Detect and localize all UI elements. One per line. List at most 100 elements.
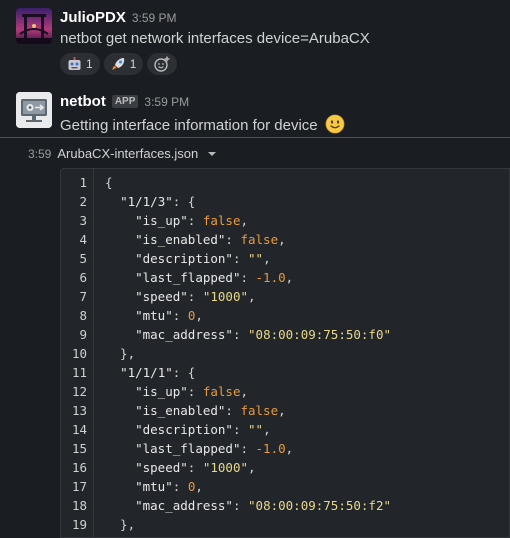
line-content: "is_enabled": false, bbox=[105, 230, 286, 249]
author-name[interactable]: netbot bbox=[60, 93, 106, 110]
code-token: false bbox=[202, 384, 241, 399]
code-line: 16 "speed": "1000", bbox=[61, 458, 509, 477]
code-token: : bbox=[187, 384, 203, 399]
code-token: : { bbox=[172, 365, 196, 380]
file-timestamp[interactable]: 3:59 bbox=[28, 147, 51, 161]
code-token: "is_up" bbox=[135, 213, 188, 228]
line-number: 1 bbox=[79, 175, 87, 190]
rocket-icon bbox=[111, 58, 124, 70]
code-token: "speed" bbox=[135, 289, 188, 304]
code-token: "description" bbox=[135, 422, 233, 437]
code-token: : bbox=[240, 441, 256, 456]
code-line: 9 "mac_address": "08:00:09:75:50:f0" bbox=[61, 325, 509, 344]
code-token: : bbox=[172, 308, 188, 323]
code-token: , bbox=[248, 289, 256, 304]
code-token: , bbox=[285, 270, 294, 285]
line-content: "last_flapped": -1.0, bbox=[105, 439, 293, 458]
code-token: "description" bbox=[135, 251, 233, 266]
code-token: "mac_address" bbox=[135, 327, 233, 342]
code-token: "08:00:09:75:50:f0" bbox=[248, 327, 392, 342]
line-number: 14 bbox=[71, 422, 87, 437]
line-content: "description": "", bbox=[105, 420, 271, 439]
code-token: : bbox=[240, 270, 256, 285]
code-token: "1000" bbox=[202, 289, 249, 304]
line-content: "is_up": false, bbox=[105, 382, 248, 401]
line-number: 4 bbox=[79, 232, 87, 247]
code-line: 10 }, bbox=[61, 344, 509, 363]
code-token: }, bbox=[105, 517, 136, 532]
line-content: { bbox=[105, 173, 113, 192]
code-token: "1/1/3" bbox=[120, 194, 173, 209]
file-header: 3:59 ArubaCX-interfaces.json bbox=[28, 146, 217, 161]
reaction-robot[interactable]: 1 bbox=[60, 53, 100, 75]
line-content: }, bbox=[105, 515, 135, 534]
line-number: 17 bbox=[71, 479, 87, 494]
code-token: false bbox=[240, 232, 279, 247]
line-number: 6 bbox=[79, 270, 87, 285]
reaction-rocket[interactable]: 1 bbox=[103, 53, 144, 75]
line-content: "mtu": 0, bbox=[105, 477, 203, 496]
code-token: "" bbox=[248, 251, 264, 266]
message-julio: JulioPDX 3:59 PM netbot get network inter… bbox=[0, 0, 510, 80]
code-line: 19 }, bbox=[61, 515, 509, 534]
line-content: "description": "", bbox=[105, 249, 271, 268]
line-content: "speed": "1000", bbox=[105, 287, 256, 306]
code-line: 1{ bbox=[61, 173, 509, 192]
line-content: }, bbox=[105, 344, 135, 363]
code-token: { bbox=[105, 175, 113, 190]
code-token: "1000" bbox=[202, 460, 249, 475]
code-token: , bbox=[263, 422, 271, 437]
code-token: "last_flapped" bbox=[135, 441, 241, 456]
line-number: 10 bbox=[71, 346, 87, 361]
code-line: 15 "last_flapped": -1.0, bbox=[61, 439, 509, 458]
code-token: : bbox=[225, 232, 241, 247]
line-number: 13 bbox=[71, 403, 87, 418]
code-token: , bbox=[278, 403, 286, 418]
code-token: : bbox=[225, 403, 241, 418]
code-line: 5 "description": "", bbox=[61, 249, 509, 268]
code-token: "" bbox=[248, 422, 264, 437]
line-number: 9 bbox=[79, 327, 87, 342]
code-token: : bbox=[187, 289, 203, 304]
line-content: "last_flapped": -1.0, bbox=[105, 268, 293, 287]
code-snippet-viewer[interactable]: 1{2 "1/1/3": {3 "is_up": false, 4 "is_ena… bbox=[60, 168, 510, 538]
author-name[interactable]: JulioPDX bbox=[60, 9, 126, 26]
line-content: "is_up": false, bbox=[105, 211, 248, 230]
message-text: Getting interface information for device bbox=[60, 117, 318, 134]
avatar-juliopdx[interactable] bbox=[16, 8, 52, 44]
code-token: : bbox=[187, 213, 203, 228]
line-number: 11 bbox=[71, 365, 87, 380]
chevron-down-icon[interactable] bbox=[207, 150, 217, 158]
line-number: 12 bbox=[71, 384, 87, 399]
code-token: "is_enabled" bbox=[135, 232, 226, 247]
code-token: "mac_address" bbox=[135, 498, 233, 513]
code-token: , bbox=[195, 479, 203, 494]
code-token: "mtu" bbox=[135, 479, 173, 494]
message-timestamp[interactable]: 3:59 PM bbox=[144, 95, 189, 109]
code-token: "mtu" bbox=[135, 308, 173, 323]
add-reaction-button[interactable] bbox=[147, 53, 178, 75]
code-token: : bbox=[187, 460, 203, 475]
code-token: , bbox=[285, 441, 294, 456]
file-name-link[interactable]: ArubaCX-interfaces.json bbox=[57, 146, 198, 161]
code-token: "is_enabled" bbox=[135, 403, 226, 418]
message-text: netbot get network interfaces device=Aru… bbox=[60, 30, 370, 47]
message-timestamp[interactable]: 3:59 PM bbox=[132, 11, 177, 25]
reaction-count: 1 bbox=[129, 57, 137, 71]
line-number: 5 bbox=[79, 251, 87, 266]
code-token: -1.0 bbox=[255, 270, 286, 285]
line-content: "1/1/1": { bbox=[105, 363, 195, 382]
line-number: 8 bbox=[79, 308, 87, 323]
code-token: "is_up" bbox=[135, 384, 188, 399]
avatar-netbot[interactable] bbox=[16, 92, 52, 128]
